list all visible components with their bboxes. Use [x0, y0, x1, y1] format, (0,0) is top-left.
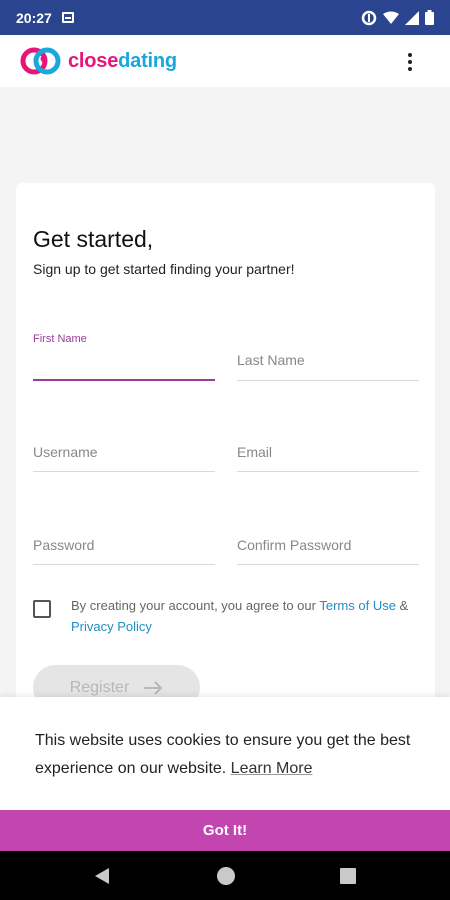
arrow-right-icon — [144, 680, 163, 695]
more-vert-icon[interactable] — [404, 51, 416, 73]
logo-mark-icon — [20, 47, 61, 75]
register-label: Register — [69, 678, 130, 696]
page-subtitle: Sign up to get started finding your part… — [33, 261, 295, 277]
navigation-bar — [0, 851, 450, 900]
back-icon[interactable] — [94, 867, 110, 885]
email-label: Email — [237, 444, 273, 460]
confirm-password-field[interactable]: Confirm Password — [237, 517, 419, 565]
battery-icon — [425, 10, 434, 25]
first-name-field[interactable]: First Name — [33, 333, 215, 381]
learn-more-link[interactable]: Learn More — [231, 760, 313, 777]
got-it-label: Got It! — [202, 822, 248, 839]
email-underline — [237, 471, 419, 472]
terms-checkbox[interactable] — [33, 600, 51, 618]
notification-icon — [61, 12, 74, 23]
terms-prefix: By creating your account, you agree to o… — [71, 598, 320, 613]
first-name-input[interactable] — [33, 357, 215, 377]
privacy-policy-link[interactable]: Privacy Policy — [71, 619, 152, 634]
home-icon[interactable] — [217, 867, 235, 885]
first-name-label: First Name — [33, 333, 87, 345]
status-time: 20:27 — [16, 9, 52, 26]
logo-text-dating: dating — [118, 49, 177, 72]
wifi-icon — [383, 11, 399, 24]
page-title: Get started, — [33, 226, 154, 252]
first-name-underline — [33, 379, 215, 381]
status-bar: 20:27 — [0, 0, 450, 35]
last-name-field[interactable]: Last Name — [237, 333, 419, 381]
app-bar: closedating — [0, 35, 450, 87]
last-name-underline — [237, 380, 419, 381]
email-field[interactable]: Email — [237, 424, 419, 472]
terms-and: & — [395, 598, 409, 613]
password-underline — [33, 564, 215, 565]
signup-card: Get started, Sign up to get started find… — [16, 183, 435, 743]
closedating-logo[interactable]: closedating — [20, 44, 177, 78]
signal-icon — [405, 10, 419, 25]
cookie-banner: This website uses cookies to ensure you … — [0, 697, 450, 810]
username-label: Username — [33, 444, 98, 460]
confirm-password-underline — [237, 564, 419, 565]
password-field[interactable]: Password — [33, 517, 215, 565]
terms-text: By creating your account, you agree to o… — [71, 595, 411, 637]
got-it-button[interactable]: Got It! — [0, 810, 450, 851]
terms-of-use-link[interactable]: Terms of Use — [319, 598, 396, 613]
cookie-text: This website uses cookies to ensure you … — [35, 727, 420, 783]
data-saver-icon — [361, 10, 377, 25]
recent-apps-icon[interactable] — [340, 868, 356, 884]
username-field[interactable]: Username — [33, 424, 215, 472]
confirm-password-label: Confirm Password — [237, 537, 352, 553]
logo-text-close: close — [68, 49, 119, 72]
username-underline — [33, 471, 215, 472]
terms-row: By creating your account, you agree to o… — [33, 595, 411, 637]
password-label: Password — [33, 537, 95, 553]
cookie-message: This website uses cookies to ensure you … — [35, 732, 411, 777]
last-name-label: Last Name — [237, 352, 305, 368]
logo-text: closedating — [68, 50, 177, 73]
status-icons — [361, 10, 434, 26]
